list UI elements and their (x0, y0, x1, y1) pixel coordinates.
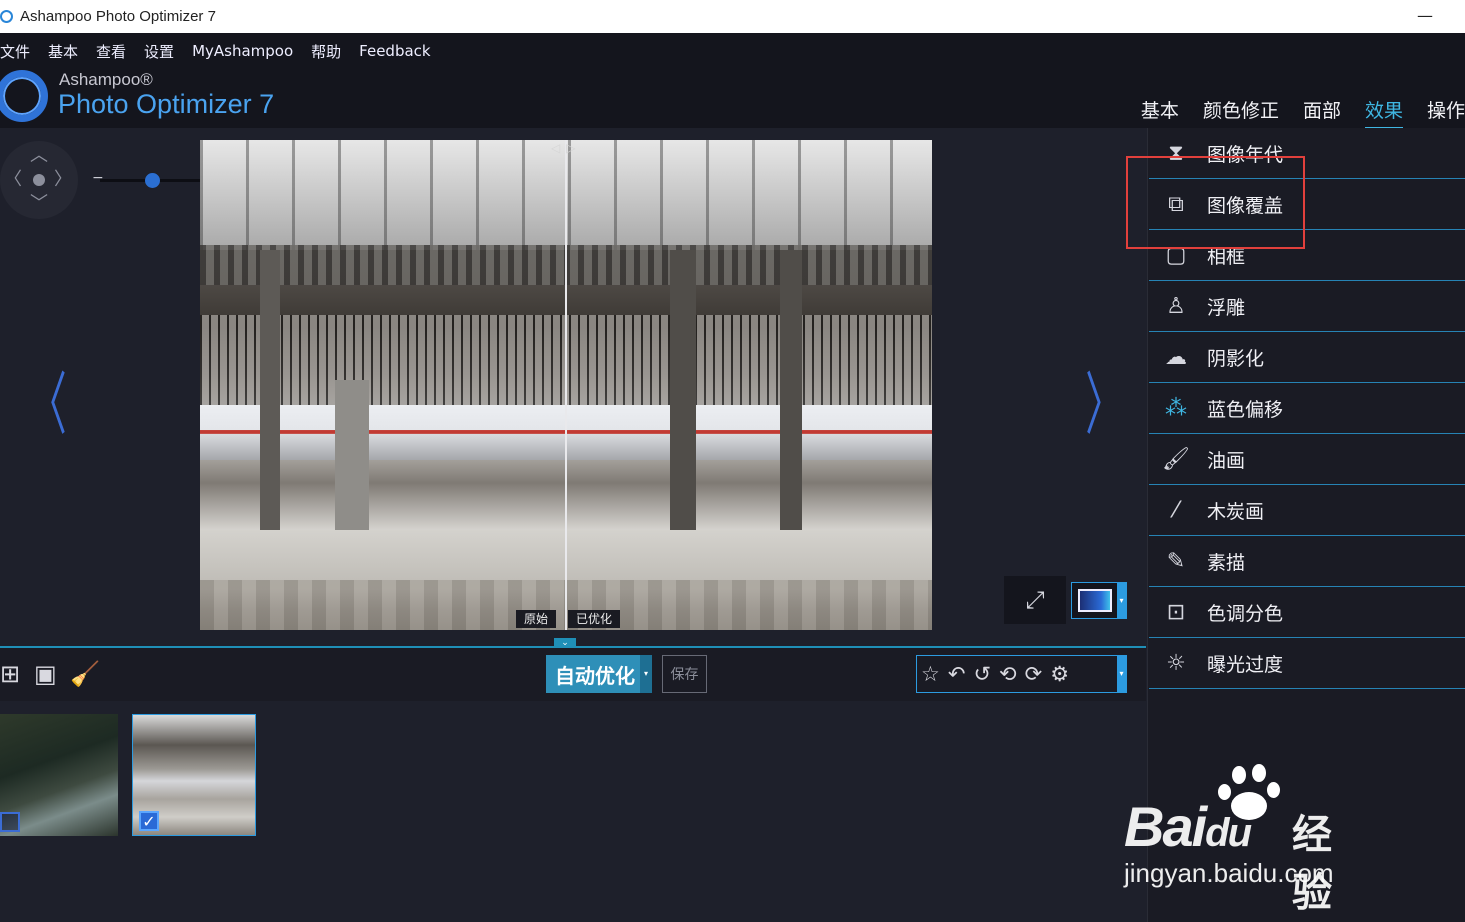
pan-left-icon[interactable]: 〈 (4, 171, 22, 189)
watermark-brand: Baidu (1124, 795, 1252, 858)
compare-split-line[interactable] (565, 140, 567, 630)
app-icon (0, 10, 13, 23)
minimize-button[interactable]: — (1417, 6, 1433, 25)
photo-pillar (670, 250, 696, 540)
charcoal-icon: ⁄ (1174, 497, 1178, 523)
tab-effects[interactable]: 效果 (1364, 96, 1403, 129)
effect-label: 素描 (1207, 551, 1246, 574)
effect-shadow[interactable]: ☁ 阴影化 (1149, 332, 1465, 383)
brush-icon: 🖌 (1162, 446, 1190, 472)
logo-icon (0, 70, 48, 122)
logo-product: Photo Optimizer 7 (58, 89, 275, 119)
rotate-left-90-icon[interactable]: ⟲ (999, 662, 1017, 686)
auto-optimize-dropdown[interactable]: ▾ (640, 655, 652, 693)
compare-split-handle[interactable]: ◁▷ (551, 141, 581, 155)
effect-charcoal[interactable]: ⁄ 木炭画 (1149, 485, 1465, 536)
menu-file[interactable]: 文件 (0, 41, 30, 62)
photo-pillar (335, 380, 369, 540)
thumbnail-strip: ✓ (0, 701, 1146, 922)
tab-operations[interactable]: 操作 (1427, 96, 1465, 129)
compare-view-dropdown[interactable]: ▾ (1117, 583, 1126, 618)
fullscreen-button[interactable]: ⤢ (1004, 576, 1066, 624)
rotate-right-90-icon[interactable]: ⟳ (1025, 662, 1043, 686)
emboss-icon: ♙ (1166, 293, 1186, 319)
highlight-annotation (1126, 156, 1305, 249)
thumbnail-checkbox[interactable] (0, 812, 20, 832)
edit-tools-group: ☆ ↶ ↺ ⟲ ⟳ ⚙ ▾ (916, 655, 1127, 693)
save-button[interactable]: 保存 (662, 655, 707, 693)
auto-optimize-label: 自动优化 (555, 663, 635, 688)
label-original: 原始 (516, 610, 557, 628)
thumbnail-checkbox-checked[interactable]: ✓ (139, 811, 159, 831)
tools-dropdown[interactable]: ▾ (1117, 656, 1126, 692)
next-image-arrow[interactable]: 〉 (1085, 349, 1122, 448)
split-view-icon (1078, 589, 1112, 612)
effect-blue-shift[interactable]: ⁂ 蓝色偏移 (1149, 383, 1465, 434)
effect-label: 油画 (1207, 449, 1246, 472)
label-optimized: 已优化 (568, 610, 621, 628)
undo-icon[interactable]: ↶ (948, 662, 966, 686)
compare-view-button[interactable]: ▾ (1071, 582, 1127, 619)
effect-overexposure[interactable]: ☼ 曝光过度 (1149, 638, 1465, 689)
tab-color-correction[interactable]: 颜色修正 (1203, 96, 1279, 129)
undo-all-icon[interactable]: ↺ (973, 662, 991, 686)
pan-down-icon[interactable]: ﹀ (30, 195, 48, 213)
pencil-icon: ✎ (1166, 548, 1186, 574)
category-tabs: 基本 颜色修正 面部 效果 操作 (1117, 96, 1465, 129)
menu-settings[interactable]: 设置 (144, 41, 174, 62)
watermark-url: jingyan.baidu.com (1124, 858, 1334, 888)
menu-view[interactable]: 查看 (96, 41, 126, 62)
previous-image-arrow[interactable]: 〈 (29, 349, 66, 448)
effect-posterize[interactable]: ⊡ 色调分色 (1149, 587, 1465, 638)
auto-optimize-button[interactable]: 自动优化 ▾ (546, 655, 652, 693)
pan-center-dot (33, 174, 45, 186)
tab-basic[interactable]: 基本 (1141, 96, 1179, 129)
effect-label: 蓝色偏移 (1207, 398, 1284, 421)
menu-myashampoo[interactable]: MyAshampoo (192, 42, 293, 60)
settings-gear-icon[interactable]: ⚙ (1050, 662, 1069, 686)
photo-pillar (780, 250, 802, 540)
thumbnail-forest[interactable] (0, 714, 118, 836)
menu-bar: 文件 基本 查看 设置 MyAshampoo 帮助 Feedback (0, 33, 1465, 69)
pan-right-icon[interactable]: 〉 (54, 171, 72, 189)
effect-sketch[interactable]: ✎ 素描 (1149, 536, 1465, 587)
bottom-toolbar: ⊞ ▣ 🧹 自动优化 ▾ 保存 ☆ ↶ ↺ ⟲ ⟳ ⚙ ▾ (0, 646, 1146, 701)
zoom-knob[interactable] (145, 173, 160, 188)
effect-oil-painting[interactable]: 🖌 油画 (1149, 434, 1465, 485)
effect-label: 曝光过度 (1207, 653, 1284, 676)
zoom-out-icon[interactable]: − (92, 170, 104, 186)
effect-label: 色调分色 (1207, 602, 1284, 625)
clear-broom-icon[interactable]: 🧹 (70, 660, 100, 688)
effect-emboss[interactable]: ♙ 浮雕 (1149, 281, 1465, 332)
posterize-icon: ⊡ (1166, 599, 1186, 625)
title-bar: Ashampoo Photo Optimizer 7 — (0, 0, 1465, 33)
menu-help[interactable]: 帮助 (311, 41, 341, 62)
new-file-icon[interactable]: ⊞ (0, 660, 20, 688)
favorites-stars-icon[interactable]: ☆ (921, 662, 940, 686)
effect-label: 浮雕 (1207, 296, 1246, 319)
tab-face[interactable]: 面部 (1303, 96, 1341, 129)
expand-icon: ⤢ (1025, 586, 1045, 614)
shadow-cloud-icon: ☁ (1165, 344, 1187, 370)
menu-feedback[interactable]: Feedback (359, 42, 430, 60)
pan-navigation-pad[interactable]: ︿ ﹀ 〈 〉 (0, 141, 78, 219)
effect-label: 木炭画 (1207, 500, 1265, 523)
photo-pillar (260, 250, 280, 540)
logo-brand: Ashampoo® (59, 70, 153, 89)
sun-icon: ☼ (1166, 650, 1186, 676)
app-header: Ashampoo® Photo Optimizer 7 基本 颜色修正 面部 效… (0, 69, 1465, 129)
window-title: Ashampoo Photo Optimizer 7 (20, 8, 216, 25)
effect-label: 阴影化 (1207, 347, 1265, 370)
thumbnail-station[interactable]: ✓ (132, 714, 256, 836)
photo-preview[interactable]: ◁▷ 原始 已优化 (200, 140, 932, 630)
menu-basic[interactable]: 基本 (48, 41, 78, 62)
pan-up-icon[interactable]: ︿ (30, 147, 48, 165)
blue-shift-icon: ⁂ (1165, 395, 1187, 421)
add-folder-icon[interactable]: ▣ (34, 660, 57, 688)
